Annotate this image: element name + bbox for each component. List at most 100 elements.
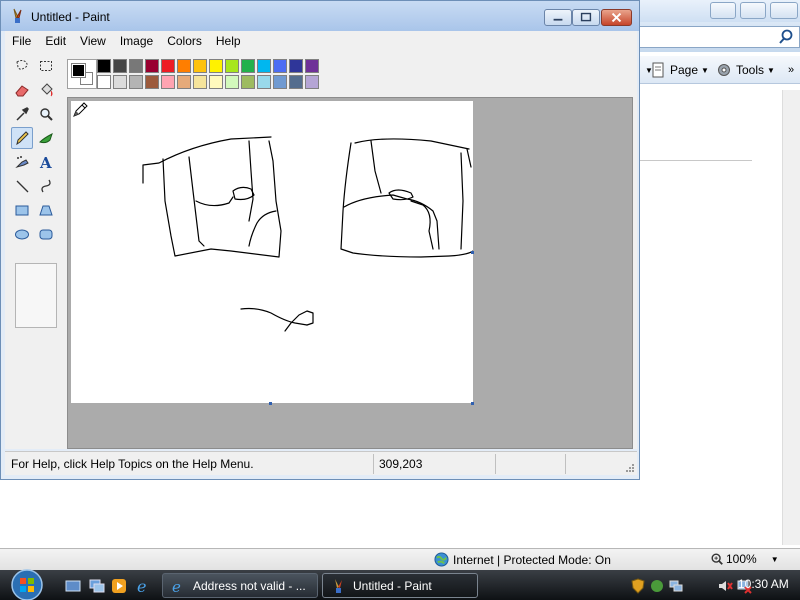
- tool-curve-button[interactable]: [35, 175, 57, 197]
- close-button[interactable]: [601, 9, 632, 26]
- palette-swatch[interactable]: [241, 75, 255, 89]
- brush-icon: [39, 133, 53, 144]
- maximize-icon: [580, 12, 592, 22]
- canvas-resize-handle-corner[interactable]: [471, 402, 474, 405]
- palette-swatch[interactable]: [145, 75, 159, 89]
- minimize-button[interactable]: [544, 9, 572, 26]
- current-colors[interactable]: [67, 59, 97, 89]
- ie-minimize-button[interactable]: [710, 2, 736, 19]
- command-more-button[interactable]: »: [788, 61, 794, 79]
- menu-image[interactable]: Image: [113, 31, 160, 51]
- tool-select-button[interactable]: [35, 55, 57, 77]
- chevron-down-icon: ▼: [770, 554, 779, 564]
- media-player-icon[interactable]: [110, 577, 128, 595]
- ie-scrollbar[interactable]: [782, 90, 800, 545]
- security-shield-icon[interactable]: [630, 577, 646, 594]
- paint-titlebar[interactable]: Untitled - Paint: [1, 1, 639, 31]
- resize-grip-icon[interactable]: [625, 463, 635, 473]
- tool-rectangle-button[interactable]: [11, 199, 33, 221]
- tool-polygon-button[interactable]: [35, 199, 57, 221]
- zoom-control[interactable]: 100% ▼: [710, 552, 779, 566]
- palette-swatch[interactable]: [113, 59, 127, 73]
- tool-line-button[interactable]: [11, 175, 33, 197]
- rounded-rectangle-icon: [39, 229, 53, 240]
- palette-swatch[interactable]: [177, 75, 191, 89]
- menu-view[interactable]: View: [73, 31, 113, 51]
- palette-swatch[interactable]: [161, 59, 175, 73]
- tool-eraser-button[interactable]: [11, 79, 33, 101]
- paint-body: A: [5, 51, 637, 449]
- start-button[interactable]: [4, 568, 50, 600]
- canvas-resize-handle-bottom[interactable]: [269, 402, 272, 405]
- curve-icon: [41, 179, 51, 193]
- foreground-color-swatch[interactable]: [71, 63, 86, 78]
- eraser-icon: [15, 85, 29, 97]
- palette-swatch[interactable]: [225, 59, 239, 73]
- tool-rounded-rectangle-button[interactable]: [35, 223, 57, 245]
- menu-help[interactable]: Help: [209, 31, 248, 51]
- tool-text-button[interactable]: A: [35, 151, 57, 173]
- tool-magnifier-button[interactable]: [35, 103, 57, 125]
- palette-swatch[interactable]: [177, 59, 191, 73]
- palette-swatch[interactable]: [129, 59, 143, 73]
- task-paint-window[interactable]: Untitled - Paint: [322, 573, 478, 598]
- menu-file[interactable]: File: [5, 31, 38, 51]
- palette-swatch[interactable]: [289, 59, 303, 73]
- ie-search-input[interactable]: [635, 26, 800, 48]
- palette-swatch[interactable]: [273, 59, 287, 73]
- internet-explorer-icon[interactable]: e: [134, 577, 152, 595]
- taskbar: e e Address not valid - ... Untitled - P…: [0, 568, 800, 600]
- palette-swatch[interactable]: [241, 59, 255, 73]
- page-menu-button[interactable]: Page ▼: [650, 61, 709, 79]
- palette-swatch[interactable]: [257, 59, 271, 73]
- palette-swatch[interactable]: [305, 75, 319, 89]
- palette-swatch[interactable]: [225, 75, 239, 89]
- palette-swatch[interactable]: [273, 75, 287, 89]
- ie-icon: e: [172, 578, 181, 594]
- palette-swatch[interactable]: [97, 59, 111, 73]
- palette-swatch[interactable]: [129, 75, 143, 89]
- palette-swatch[interactable]: [97, 75, 111, 89]
- volume-muted-icon[interactable]: [717, 578, 733, 594]
- menu-edit[interactable]: Edit: [38, 31, 73, 51]
- clock[interactable]: 10:30 AM: [738, 577, 789, 591]
- maximize-button[interactable]: [572, 9, 600, 26]
- menu-colors[interactable]: Colors: [160, 31, 209, 51]
- tool-fill-button[interactable]: [35, 79, 57, 101]
- palette-swatch[interactable]: [257, 75, 271, 89]
- security-zone[interactable]: Internet | Protected Mode: On: [434, 552, 611, 567]
- tool-pencil-button[interactable]: [11, 127, 33, 149]
- palette-swatch[interactable]: [209, 59, 223, 73]
- tool-airbrush-button[interactable]: [11, 151, 33, 173]
- palette-swatch[interactable]: [113, 75, 127, 89]
- tools-menu-button[interactable]: Tools ▼: [716, 61, 775, 79]
- show-desktop-icon[interactable]: [64, 577, 82, 595]
- tool-free-form-select-button[interactable]: [11, 55, 33, 77]
- palette-swatch[interactable]: [161, 75, 175, 89]
- toolbox: A: [11, 55, 61, 328]
- task-ie-window[interactable]: e Address not valid - ...: [162, 573, 318, 598]
- switch-windows-icon[interactable]: [88, 577, 106, 595]
- palette-swatch[interactable]: [305, 59, 319, 73]
- drawing-canvas[interactable]: [71, 101, 473, 403]
- tool-options-box[interactable]: [15, 263, 57, 328]
- palette-swatch[interactable]: [145, 59, 159, 73]
- tool-pick-color-button[interactable]: [11, 103, 33, 125]
- ie-close-button[interactable]: [770, 2, 798, 19]
- palette-swatch[interactable]: [193, 59, 207, 73]
- tool-brush-button[interactable]: [35, 127, 57, 149]
- palette-swatch[interactable]: [193, 75, 207, 89]
- ie-maximize-button[interactable]: [740, 2, 766, 19]
- zoom-level: 100%: [726, 552, 757, 566]
- palette-swatch[interactable]: [289, 75, 303, 89]
- network-icon[interactable]: [668, 578, 684, 594]
- palette-swatch[interactable]: [209, 75, 223, 89]
- line-icon: [16, 180, 29, 193]
- search-icon[interactable]: [777, 28, 795, 46]
- windows-defender-icon[interactable]: [649, 578, 665, 594]
- canvas-resize-handle-right[interactable]: [471, 251, 474, 254]
- task-ie-label: Address not valid - ...: [193, 578, 306, 593]
- page-menu-label: Page: [670, 63, 699, 77]
- tool-ellipse-button[interactable]: [11, 223, 33, 245]
- pencil-icon: [16, 131, 29, 146]
